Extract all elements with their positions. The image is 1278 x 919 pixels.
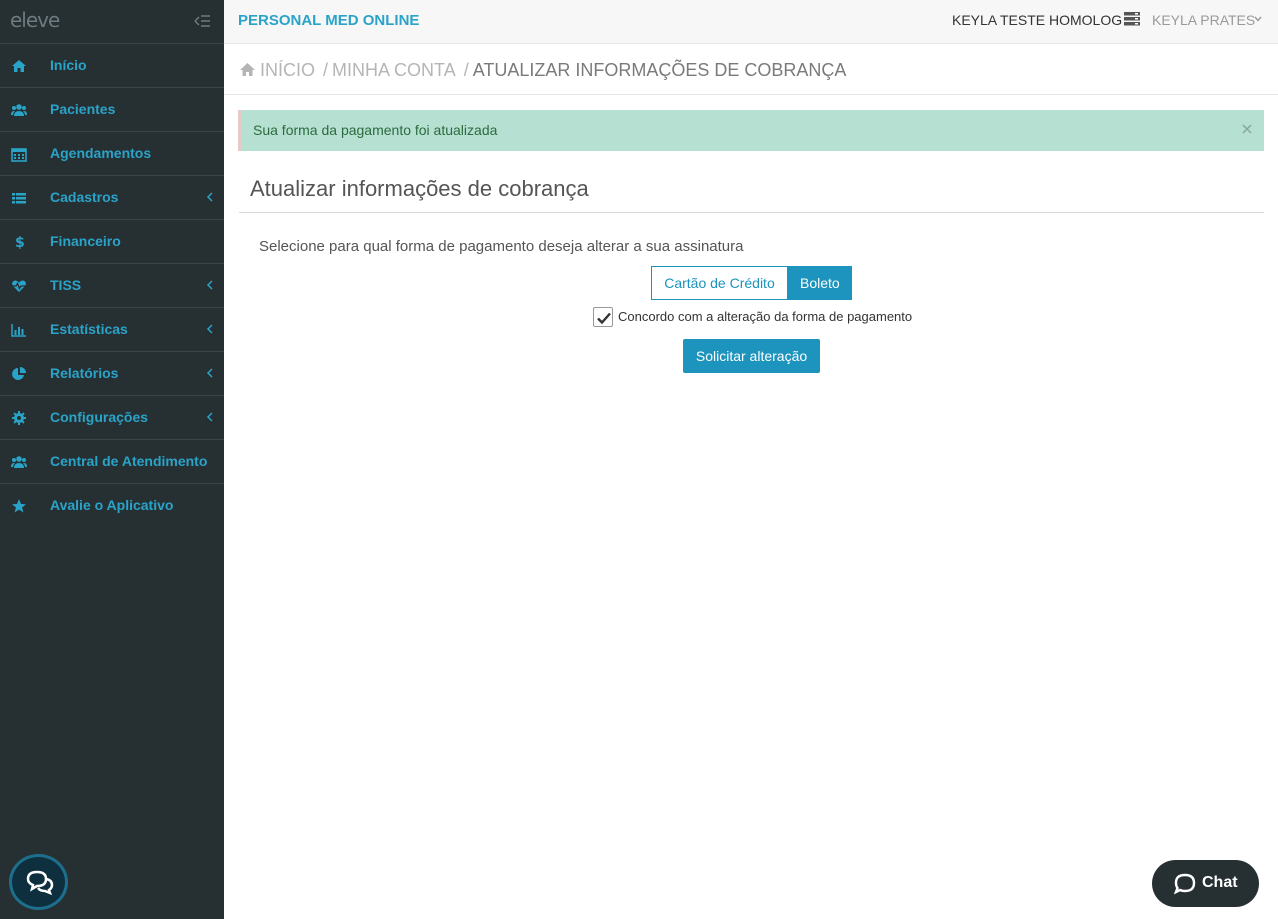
agree-checkbox[interactable] xyxy=(593,307,613,327)
bar-chart-icon xyxy=(11,322,27,338)
sidebar-item-label: Central de Atendimento xyxy=(50,453,208,469)
chevron-left-icon xyxy=(206,368,213,378)
close-icon[interactable] xyxy=(1240,122,1254,136)
chat-icon xyxy=(1174,873,1196,895)
star-icon xyxy=(11,498,27,514)
sidebar-item-label: Cadastros xyxy=(50,189,119,205)
chat-bubbles-icon xyxy=(26,870,54,895)
sidebar-item-label: Agendamentos xyxy=(50,145,152,161)
sidebar-item-label: Relatórios xyxy=(50,365,119,381)
breadcrumb-separator: / xyxy=(323,60,329,80)
clinic-name: KEYLA TESTE HOMOLOG xyxy=(952,12,1123,28)
users-icon xyxy=(11,454,27,470)
chevron-down-icon[interactable] xyxy=(1254,16,1262,22)
page-title: Atualizar informações de cobrança xyxy=(250,176,589,201)
credit-card-option-button[interactable]: Cartão de Crédito xyxy=(651,266,788,300)
home-icon xyxy=(240,63,255,76)
submit-change-button[interactable]: Solicitar alteração xyxy=(683,339,820,373)
collapse-sidebar-icon[interactable] xyxy=(193,12,211,30)
sidebar-item-label: Pacientes xyxy=(50,101,116,117)
payment-method-toggle: Cartão de Crédito Boleto xyxy=(651,266,852,300)
calendar-icon xyxy=(11,146,27,162)
instruction-text: Selecione para qual forma de pagamento d… xyxy=(259,238,744,255)
heartbeat-icon xyxy=(11,278,27,294)
breadcrumb-separator: / xyxy=(463,60,469,80)
sidebar-item-inicio[interactable]: Início xyxy=(0,44,224,88)
sidebar-item-tiss[interactable]: TISS xyxy=(0,264,224,308)
breadcrumb-divider xyxy=(224,94,1278,95)
sidebar-item-label: Configurações xyxy=(50,409,149,425)
breadcrumb-home[interactable]: INÍCIO xyxy=(260,60,315,80)
list-icon xyxy=(11,190,27,206)
chat-button[interactable]: Chat xyxy=(1152,860,1259,907)
topbar: PERSONAL MED ONLINE KEYLA TESTE HOMOLOG … xyxy=(224,0,1278,44)
chevron-left-icon xyxy=(206,412,213,422)
chevron-left-icon xyxy=(206,192,213,202)
sidebar-header: eleve xyxy=(0,0,224,44)
sidebar-item-label: Início xyxy=(50,57,87,73)
dollar-icon: $ xyxy=(11,234,27,250)
alert-message: Sua forma da pagamento foi atualizada xyxy=(253,122,498,138)
chevron-left-icon xyxy=(206,324,213,334)
sidebar-item-relatorios[interactable]: Relatórios xyxy=(0,352,224,396)
home-icon xyxy=(11,58,27,74)
sidebar-item-cadastros[interactable]: Cadastros xyxy=(0,176,224,220)
breadcrumb-account[interactable]: MINHA CONTA xyxy=(332,60,456,80)
boleto-option-button[interactable]: Boleto xyxy=(787,266,852,300)
sidebar-item-estatisticas[interactable]: Estatísticas xyxy=(0,308,224,352)
logo[interactable]: eleve xyxy=(10,8,60,32)
check-icon xyxy=(597,312,611,325)
users-icon xyxy=(11,102,27,118)
sidebar-item-avalie[interactable]: Avalie o Aplicativo xyxy=(0,484,224,528)
sidebar-item-central-atendimento[interactable]: Central de Atendimento xyxy=(0,440,224,484)
sidebar-item-financeiro[interactable]: $ Financeiro xyxy=(0,220,224,264)
brand-title[interactable]: PERSONAL MED ONLINE xyxy=(238,12,419,29)
support-chat-bubble[interactable] xyxy=(9,854,68,910)
svg-text:$: $ xyxy=(15,235,25,250)
chevron-left-icon xyxy=(206,280,213,290)
sidebar-item-label: TISS xyxy=(50,277,82,293)
sidebar-item-label: Financeiro xyxy=(50,233,121,249)
success-alert: Sua forma da pagamento foi atualizada xyxy=(238,110,1264,151)
breadcrumb-current: ATUALIZAR INFORMAÇÕES DE COBRANÇA xyxy=(472,60,847,80)
sidebar-item-label: Estatísticas xyxy=(50,321,128,337)
sidebar-item-label: Avalie o Aplicativo xyxy=(50,497,174,513)
sidebar-item-configuracoes[interactable]: Configurações xyxy=(0,396,224,440)
chat-label: Chat xyxy=(1202,874,1238,891)
agree-label[interactable]: Concordo com a alteração da forma de pag… xyxy=(618,309,912,324)
pie-chart-icon xyxy=(11,366,27,382)
server-icon[interactable] xyxy=(1124,12,1140,26)
sidebar: eleve Início Pacientes Agendamentos Cada… xyxy=(0,0,224,919)
sidebar-item-pacientes[interactable]: Pacientes xyxy=(0,88,224,132)
user-menu[interactable]: KEYLA PRATES xyxy=(1152,12,1255,28)
gear-icon xyxy=(11,410,27,426)
title-divider xyxy=(239,212,1264,213)
breadcrumb: INÍCIO / MINHA CONTA / ATUALIZAR INFORMAÇÕES… xyxy=(239,60,846,84)
sidebar-item-agendamentos[interactable]: Agendamentos xyxy=(0,132,224,176)
